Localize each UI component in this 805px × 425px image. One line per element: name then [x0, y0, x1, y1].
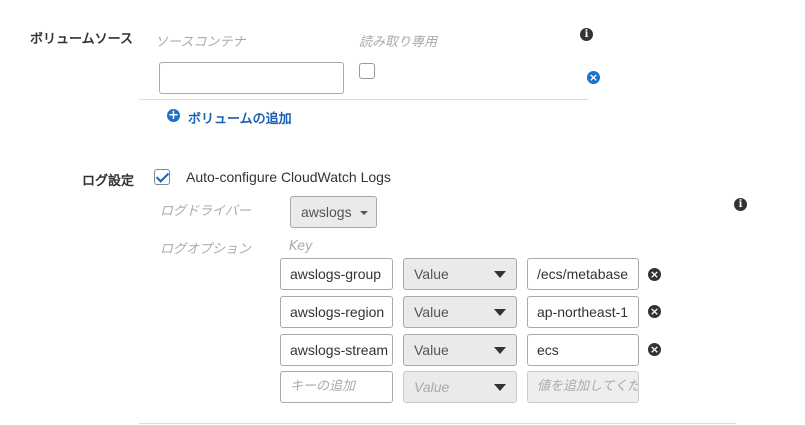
option-type-value: Value [414, 342, 449, 358]
option-key-input[interactable]: awslogs-group [280, 258, 393, 290]
option-type-value: Value [414, 304, 449, 320]
option-value-input[interactable]: /ecs/metabase [527, 258, 639, 290]
add-volume-link[interactable]: ボリュームの追加 [188, 108, 292, 127]
caret-down-icon [360, 211, 368, 215]
option-key-input[interactable]: awslogs-region [280, 296, 393, 328]
caret-down-icon [494, 384, 506, 391]
remove-volume-icon[interactable]: × [587, 71, 600, 84]
key-header: Key [289, 239, 313, 254]
log-driver-label: ログドライバー [160, 204, 251, 219]
option-value-input[interactable]: ap-northeast-1 [527, 296, 639, 328]
volume-divider [139, 99, 588, 100]
volume-source-label: ボリュームソース [30, 32, 133, 47]
info-icon[interactable]: i [734, 198, 747, 211]
log-config-divider [139, 423, 736, 424]
option-value-input[interactable]: ecs [527, 334, 639, 366]
caret-down-icon [494, 309, 506, 316]
log-driver-select[interactable]: awslogs [290, 196, 377, 228]
info-icon[interactable]: i [580, 28, 593, 41]
plus-circle-icon[interactable]: + [167, 109, 180, 122]
read-only-checkbox[interactable] [359, 63, 375, 79]
option-key-input[interactable]: awslogs-stream [280, 334, 393, 366]
remove-option-icon[interactable]: × [648, 305, 661, 318]
source-container-header: ソースコンテナ [155, 35, 246, 50]
new-key-input[interactable]: キーの追加 [280, 371, 393, 403]
auto-configure-label[interactable]: Auto-configure CloudWatch Logs [186, 169, 391, 185]
log-driver-value: awslogs [301, 204, 352, 220]
log-config-label: ログ設定 [82, 174, 135, 189]
remove-option-icon[interactable]: × [648, 343, 661, 356]
new-type-value: Value [414, 379, 450, 395]
read-only-header: 読み取り専用 [359, 35, 438, 50]
caret-down-icon [494, 347, 506, 354]
remove-option-icon[interactable]: × [648, 268, 661, 281]
option-type-value: Value [414, 266, 449, 282]
option-type-select[interactable]: Value [403, 334, 517, 366]
new-type-select[interactable]: Value [403, 371, 517, 403]
auto-configure-checkbox[interactable] [154, 169, 170, 185]
new-value-input[interactable]: 値を追加してください [527, 371, 639, 403]
option-type-select[interactable]: Value [403, 258, 517, 290]
option-type-select[interactable]: Value [403, 296, 517, 328]
caret-down-icon [494, 271, 506, 278]
source-container-input[interactable] [159, 62, 344, 94]
log-options-label: ログオプション [160, 242, 252, 257]
